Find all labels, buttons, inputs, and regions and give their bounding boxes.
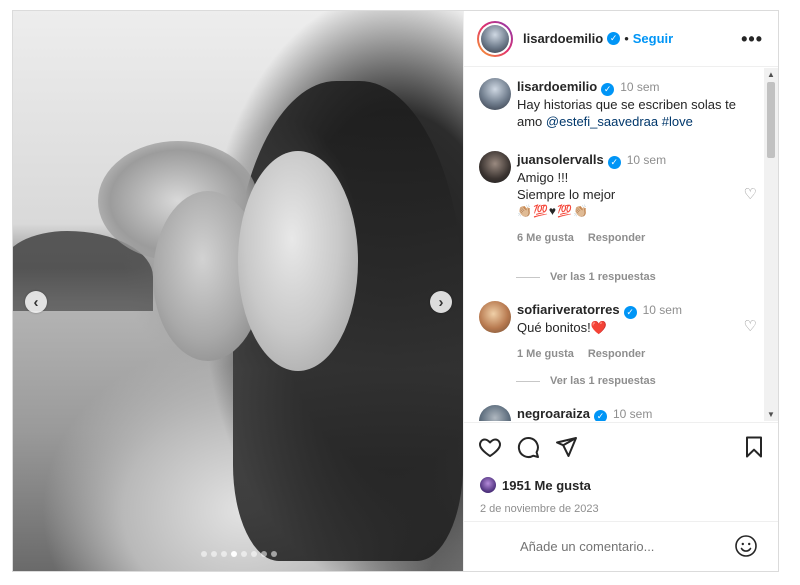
view-replies-button[interactable]: Ver las 1 respuestas	[516, 271, 656, 283]
carousel-dot	[201, 551, 207, 557]
scroll-up-arrow-icon[interactable]: ▲	[767, 70, 775, 79]
carousel-dot	[211, 551, 217, 557]
verified-badge-icon: ✓	[601, 83, 615, 96]
post-date[interactable]: 2 de noviembre de 2023	[480, 503, 599, 515]
paper-plane-icon[interactable]	[554, 435, 578, 459]
follow-button[interactable]: Seguir	[633, 31, 673, 46]
post-photo[interactable]: ‹ ›	[13, 11, 463, 571]
chevron-left-icon: ‹	[33, 293, 39, 311]
previous-photo-button[interactable]: ‹	[25, 291, 47, 313]
side-panel: lisardoemilio ✓ • Seguir ••• lisardoemil…	[463, 11, 778, 571]
reply-button[interactable]: Responder	[588, 232, 645, 244]
comment-avatar[interactable]	[479, 405, 511, 421]
comment-like-heart-icon[interactable]: ♡	[744, 185, 757, 203]
comment-bubble-icon[interactable]	[516, 435, 540, 459]
comment-text: Siempre lo mejor	[517, 187, 616, 202]
comment-input[interactable]	[520, 536, 720, 556]
carousel-dot	[271, 551, 277, 557]
carousel-dot	[241, 551, 247, 557]
author-avatar-ring[interactable]	[477, 20, 513, 57]
post-dialog: ‹ › lisardoemilio ✓ • Seguir ••• lisardo…	[12, 10, 779, 572]
comment-item: juansolervalls ✓ 10 sem Amigo !!! Siempre …	[479, 151, 759, 244]
more-options-icon[interactable]: •••	[741, 29, 763, 50]
comment-like-heart-icon[interactable]: ♡	[744, 419, 757, 421]
comment-avatar[interactable]	[479, 301, 511, 333]
comment-time[interactable]: 10 sem	[627, 153, 666, 167]
comment-emoji: 👏🏼💯♥💯👏🏼	[517, 204, 589, 218]
carousel-dot	[231, 551, 237, 557]
comment-like-heart-icon[interactable]: ♡	[744, 317, 757, 335]
comment-username[interactable]: sofiariveratorres	[517, 302, 620, 317]
comment-likes[interactable]: 1 Me gusta	[517, 348, 574, 360]
comments-list[interactable]: lisardoemilio ✓ 10 sem Hay historias que s…	[464, 68, 778, 421]
comment-time[interactable]: 10 sem	[613, 407, 652, 421]
post-header: lisardoemilio ✓ • Seguir •••	[464, 11, 778, 67]
author-avatar[interactable]	[481, 24, 509, 53]
comment-avatar[interactable]	[479, 151, 511, 183]
liker-avatar	[480, 477, 496, 493]
caption-avatar[interactable]	[479, 78, 511, 110]
view-replies-button[interactable]: Ver las 1 respuestas	[516, 375, 656, 387]
reply-button[interactable]: Responder	[588, 348, 645, 360]
caption-hashtag-link[interactable]: #love	[662, 114, 693, 129]
comment-username[interactable]: juansolervalls	[517, 152, 604, 167]
verified-badge-icon: ✓	[607, 156, 621, 169]
carousel-dot	[261, 551, 267, 557]
comment-item: sofiariveratorres ✓ 10 sem Qué bonitos!❤️ …	[479, 301, 759, 361]
smiley-icon[interactable]	[734, 534, 758, 558]
verified-badge-icon: ✓	[593, 410, 607, 421]
comment-composer	[464, 521, 778, 571]
caption-time[interactable]: 10 sem	[620, 80, 659, 94]
carousel-dots	[201, 551, 277, 557]
likes-summary[interactable]: 1951 Me gusta	[480, 477, 591, 493]
author-username[interactable]: lisardoemilio	[523, 31, 603, 46]
scrollbar-thumb[interactable]	[767, 82, 775, 158]
replies-divider	[516, 276, 540, 278]
carousel-dot	[251, 551, 257, 557]
scroll-down-arrow-icon[interactable]: ▼	[767, 410, 775, 419]
comment-text: Amigo !!!	[517, 170, 569, 185]
photo-face-right	[238, 151, 358, 371]
comments-scrollbar[interactable]: ▲ ▼	[764, 68, 778, 421]
caption-username[interactable]: lisardoemilio	[517, 79, 597, 94]
comment-item: negroaraiza✓10 sem 👏👏👏 ♡	[479, 405, 759, 421]
likes-count[interactable]: 1951 Me gusta	[502, 478, 591, 493]
replies-divider	[516, 380, 540, 382]
header-separator: •	[624, 31, 629, 46]
view-replies-label[interactable]: Ver las 1 respuestas	[550, 271, 656, 283]
caption-mention-link[interactable]: @estefi_saavedraa	[546, 114, 658, 129]
next-photo-button[interactable]: ›	[430, 291, 452, 313]
comment-likes[interactable]: 6 Me gusta	[517, 232, 574, 244]
chevron-right-icon: ›	[438, 293, 444, 311]
caption: lisardoemilio ✓ 10 sem Hay historias que s…	[479, 78, 759, 138]
view-replies-label[interactable]: Ver las 1 respuestas	[550, 375, 656, 387]
heart-icon[interactable]	[478, 435, 502, 459]
carousel-dot	[221, 551, 227, 557]
comment-text: Qué bonitos!❤️	[517, 320, 607, 335]
verified-badge-icon: ✓	[623, 306, 637, 319]
verified-badge-icon: ✓	[607, 32, 621, 45]
bookmark-icon[interactable]	[742, 435, 766, 459]
comment-time[interactable]: 10 sem	[643, 303, 682, 317]
comment-username[interactable]: negroaraiza	[517, 406, 590, 421]
